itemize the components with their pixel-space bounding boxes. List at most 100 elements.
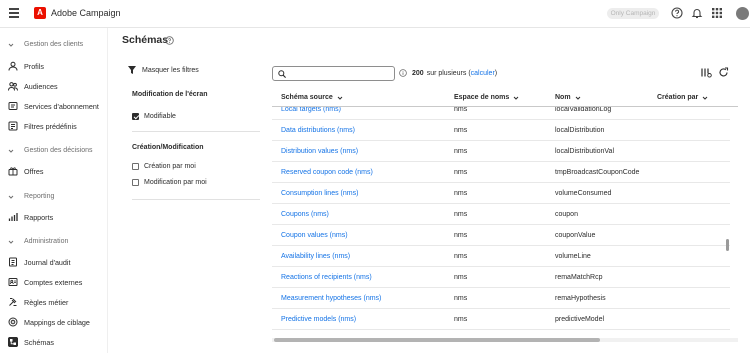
sidebar-item-schemas[interactable]: Schémas (8, 334, 104, 350)
sidebar-item-services[interactable]: Services d'abonnement (8, 98, 104, 114)
column-settings-icon[interactable] (701, 67, 712, 78)
menu-icon[interactable] (9, 8, 19, 18)
schema-source-link[interactable]: Reactions of recipients (nms) (281, 274, 372, 281)
chevron-down-icon (337, 96, 343, 100)
search-input[interactable] (272, 66, 395, 81)
filter-icon (128, 66, 136, 74)
column-header-name[interactable]: Nom (555, 94, 581, 101)
sidebar-item-offres[interactable]: Offres (8, 163, 104, 179)
namespace-cell: nms (454, 253, 468, 260)
name-cell: volumeConsumed (555, 190, 612, 197)
schema-source-link[interactable]: Availability lines (nms) (281, 253, 350, 260)
subscription-icon (8, 102, 18, 110)
schemas-table: Schéma source Espace de noms Nom Créatio… (272, 89, 738, 343)
namespace-cell: nms (454, 148, 468, 155)
sidebar-item-regles[interactable]: Règles métier (8, 294, 104, 310)
schema-source-link[interactable]: Coupons (nms) (281, 211, 329, 218)
section-reporting[interactable]: Reporting (8, 193, 54, 200)
table-row[interactable]: Availability lines (nms) nms volumeLine (272, 246, 730, 267)
help-icon[interactable] (671, 7, 683, 19)
sidebar-item-filtres[interactable]: Filtres prédéfinis (8, 118, 104, 134)
journal-icon (9, 257, 17, 267)
divider (132, 131, 260, 132)
namespace-cell: nms (454, 127, 468, 134)
sidebar-item-mappings[interactable]: Mappings de ciblage (8, 314, 104, 330)
filter-option-modifiable[interactable]: Modifiable (132, 113, 176, 120)
offer-icon (8, 167, 18, 176)
calculate-link[interactable]: calculer (471, 70, 495, 77)
checkbox[interactable] (132, 179, 139, 186)
horizontal-scrollbar[interactable] (272, 337, 738, 343)
name-cell: predictiveModel (555, 316, 605, 323)
checkbox-checked[interactable] (132, 113, 139, 120)
column-header-created-by[interactable]: Création par (657, 94, 708, 101)
external-account-icon (8, 278, 18, 286)
info-icon (399, 69, 407, 77)
section-label: Gestion des décisions (24, 147, 93, 154)
sidebar-item-label: Services d'abonnement (24, 101, 99, 111)
table-row[interactable]: Distribution values (nms) nms localDistrib… (272, 141, 730, 162)
table-row[interactable]: Coupon values (nms) nms couponValue (272, 225, 730, 246)
vertical-scrollbar[interactable] (726, 239, 729, 251)
name-cell: coupon (555, 211, 578, 218)
sidebar-item-label: Offres (24, 166, 44, 176)
name-cell: remaMatchRcp (555, 274, 603, 281)
name-cell: couponValue (555, 232, 596, 239)
filter-option-modification[interactable]: Modification par moi (132, 179, 207, 186)
schema-source-link[interactable]: Consumption lines (nms) (281, 190, 358, 197)
sidebar-item-comptes[interactable]: Comptes externes (8, 274, 104, 290)
sidebar-item-journal[interactable]: Journal d'audit (8, 254, 104, 270)
avatar[interactable] (736, 7, 749, 20)
checkbox[interactable] (132, 163, 139, 170)
name-cell: localDistribution (555, 127, 605, 134)
info-icon[interactable] (165, 36, 174, 45)
chevron-down-icon (575, 96, 580, 100)
schema-source-link[interactable]: Data distributions (nms) (281, 127, 355, 134)
divider (132, 199, 260, 200)
audience-icon (8, 82, 18, 91)
column-header-namespace[interactable]: Espace de noms (454, 94, 519, 101)
chevron-down-icon (702, 96, 708, 100)
schema-source-link[interactable]: Local targets (nms) (281, 106, 341, 113)
refresh-icon[interactable] (718, 67, 729, 78)
schema-source-link[interactable]: Reserved coupon code (nms) (281, 169, 373, 176)
scrollbar-thumb[interactable] (274, 338, 600, 342)
table-row[interactable]: Predictive models (nms) nms predictiveMode… (272, 309, 730, 330)
app-grid-icon[interactable] (711, 7, 723, 19)
table-row[interactable]: Coupons (nms) nms coupon (272, 204, 730, 225)
table-row[interactable]: Reserved coupon code (nms) nms tmpBroadcas… (272, 162, 730, 183)
schema-source-link[interactable]: Coupon values (nms) (281, 232, 348, 239)
table-row[interactable]: Reactions of recipients (nms) nms remaMatc… (272, 267, 730, 288)
section-administration[interactable]: Administration (8, 238, 68, 245)
org-switcher[interactable]: Only Campaign (607, 8, 659, 19)
adobe-logo: A (34, 7, 46, 19)
namespace-cell: nms (454, 295, 468, 302)
sidebar-item-label: Schémas (24, 337, 54, 347)
sidebar: Gestion des clients Profils Audiences Se… (0, 28, 108, 353)
hide-filters-button[interactable]: Masquer les filtres (128, 66, 199, 74)
sidebar-item-label: Journal d'audit (24, 257, 71, 267)
schema-source-link[interactable]: Distribution values (nms) (281, 148, 358, 155)
page-title: Schémas (122, 34, 169, 46)
table-row[interactable]: Consumption lines (nms) nms volumeConsumed (272, 183, 730, 204)
column-header-schema-source[interactable]: Schéma source (281, 94, 343, 101)
filter-option-creation[interactable]: Création par moi (132, 163, 196, 170)
sidebar-item-rapports[interactable]: Rapports (8, 209, 104, 225)
bar-chart-icon (8, 213, 18, 221)
name-cell: localValidationLog (555, 106, 612, 113)
sidebar-item-audiences[interactable]: Audiences (8, 78, 104, 94)
schema-source-link[interactable]: Measurement hypotheses (nms) (281, 295, 381, 302)
namespace-cell: nms (454, 169, 468, 176)
namespace-cell: nms (454, 190, 468, 197)
name-cell: remaHypothesis (555, 295, 606, 302)
targeting-icon (8, 317, 18, 327)
table-row[interactable]: Measurement hypotheses (nms) nms remaHypot… (272, 288, 730, 309)
section-gestion-clients[interactable]: Gestion des clients (8, 41, 83, 48)
sidebar-item-label: Audiences (24, 81, 58, 91)
rules-icon (9, 298, 17, 306)
bell-icon[interactable] (691, 7, 703, 19)
sidebar-item-profils[interactable]: Profils (8, 58, 104, 74)
schema-source-link[interactable]: Predictive models (nms) (281, 316, 356, 323)
table-row[interactable]: Data distributions (nms) nms localDistribu… (272, 120, 730, 141)
section-gestion-decisions[interactable]: Gestion des décisions (8, 147, 92, 154)
